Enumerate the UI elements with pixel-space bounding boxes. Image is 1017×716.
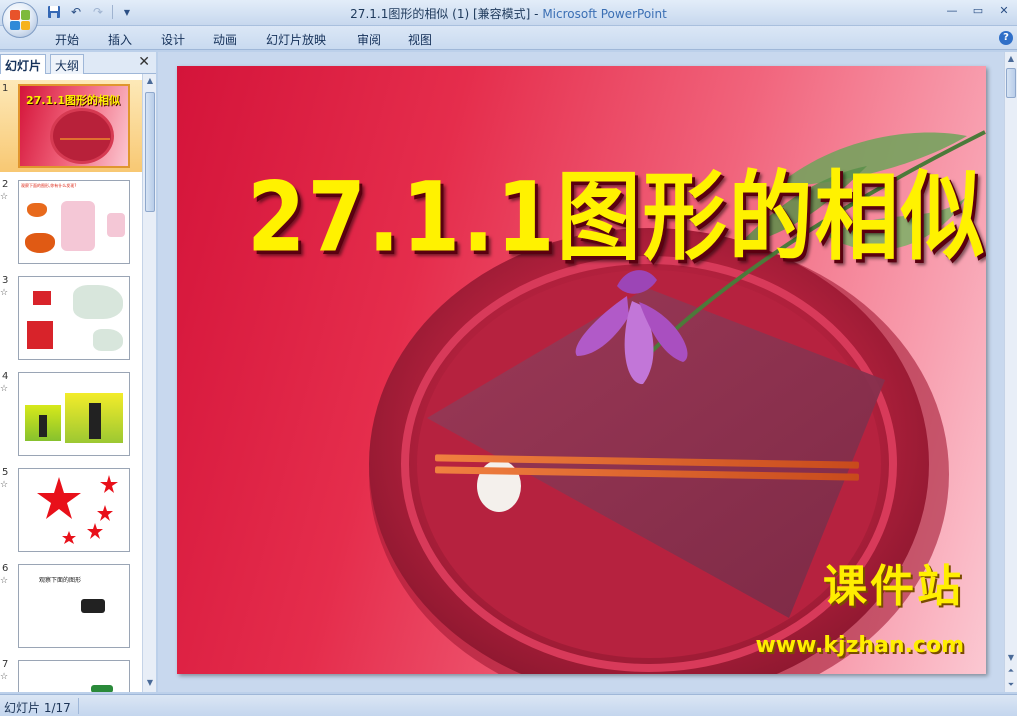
star-shape <box>87 523 103 539</box>
thumbnail-3[interactable] <box>18 276 130 360</box>
status-bar: 幻灯片 1/17 <box>0 694 1017 716</box>
thumbnail-row-6[interactable]: 6 ☆ 观察下面的图形 <box>0 560 142 652</box>
tab-outline[interactable]: 大纲 <box>50 54 85 74</box>
status-divider <box>78 698 79 714</box>
close-icon[interactable]: ✕ <box>997 3 1011 17</box>
person-shape <box>89 403 101 439</box>
thumbnail-title: 观察下面的图形 <box>39 577 82 584</box>
thumbnail-row-7[interactable]: 7 ☆ <box>0 656 142 692</box>
star-shape <box>37 477 81 519</box>
ribbon-tabs: 开始 插入 设计 动画 幻灯片放映 审阅 视图 ? <box>0 26 1017 50</box>
slide-panel: 幻灯片 大纲 ✕ 1 27.1.1图形的相似 2 ☆ 观察下面的图形,你有什么发… <box>0 52 156 692</box>
office-button[interactable] <box>2 2 38 38</box>
butterfly-shape <box>27 203 47 217</box>
maximize-icon[interactable]: ▭ <box>971 3 985 17</box>
person-shape <box>39 415 47 437</box>
tab-home[interactable]: 开始 <box>55 31 79 48</box>
watermark-url: www.kjzhan.com <box>755 633 964 658</box>
thumbnail-row-3[interactable]: 3 ☆ <box>0 272 142 364</box>
scroll-thumb[interactable] <box>145 92 155 212</box>
thumbnail-number: 5 <box>2 467 9 478</box>
slide-counter: 幻灯片 1/17 <box>4 701 71 715</box>
thumbnail-number: 1 <box>2 83 9 94</box>
star-shape <box>62 531 76 544</box>
car-shape <box>81 599 105 613</box>
editor-scrollbar[interactable]: ▲ ▼ ⏶ ⏷ <box>1004 52 1017 692</box>
thumbnail-6[interactable]: 观察下面的图形 <box>18 564 130 648</box>
logo-shape <box>33 291 51 305</box>
animation-star-icon: ☆ <box>0 384 9 394</box>
thumbnail-title: 27.1.1图形的相似 <box>26 94 120 107</box>
tab-slides[interactable]: 幻灯片 <box>0 54 47 74</box>
thumbnail-number: 4 <box>2 371 9 382</box>
cake-shape <box>107 213 125 237</box>
thumbnail-4[interactable] <box>18 372 130 456</box>
chopsticks-shape <box>60 138 110 140</box>
thumbnail-row-4[interactable]: 4 ☆ <box>0 368 142 460</box>
slide-title[interactable]: 27.1.1图形的相似 <box>247 140 986 279</box>
animation-star-icon: ☆ <box>0 192 9 202</box>
tab-review[interactable]: 审阅 <box>357 31 381 48</box>
office-logo-icon <box>10 10 30 30</box>
thumbnail-number: 2 <box>2 179 9 190</box>
logo-shape <box>27 321 53 349</box>
scroll-down-icon[interactable]: ▼ <box>1006 653 1016 662</box>
stars-graphic <box>37 475 118 544</box>
animation-star-icon: ☆ <box>0 672 9 682</box>
thumbnail-7[interactable] <box>18 660 130 692</box>
title-bar: ↶ ↷ ▼ 27.1.1图形的相似 (1) [兼容模式] - Microsoft… <box>0 0 1017 26</box>
tab-slideshow[interactable]: 幻灯片放映 <box>266 31 326 48</box>
tab-design[interactable]: 设计 <box>161 31 185 48</box>
thumbnail-list: 1 27.1.1图形的相似 2 ☆ 观察下面的图形,你有什么发现? 3 ☆ 4 … <box>0 74 142 692</box>
thumbnail-number: 3 <box>2 275 9 286</box>
map-shape <box>93 329 123 351</box>
window-controls: — ▭ ✕ <box>945 3 1011 17</box>
app-name: Microsoft PowerPoint <box>542 7 667 21</box>
car-shape <box>91 685 113 692</box>
panel-scrollbar[interactable]: ▲ ▼ <box>142 74 156 692</box>
plate-shape <box>50 108 114 164</box>
title-separator: - <box>530 7 543 21</box>
thumbnail-row-1[interactable]: 1 27.1.1图形的相似 <box>0 80 142 172</box>
next-slide-icon[interactable]: ⏷ <box>1006 680 1016 690</box>
map-shape <box>73 285 123 319</box>
thumbnail-2[interactable]: 观察下面的图形,你有什么发现? <box>18 180 130 264</box>
thumbnail-number: 7 <box>2 659 9 670</box>
star-shape <box>97 505 113 521</box>
scroll-down-icon[interactable]: ▼ <box>145 678 155 690</box>
scroll-up-icon[interactable]: ▲ <box>145 76 155 88</box>
slide-editor: 27.1.1图形的相似 课件站 www.kjzhan.com <box>158 52 1004 692</box>
watermark-logo: 课件站 <box>823 561 964 612</box>
scroll-thumb[interactable] <box>1006 68 1016 98</box>
thumbnail-row-5[interactable]: 5 ☆ <box>0 464 142 556</box>
slide-canvas[interactable]: 27.1.1图形的相似 课件站 www.kjzhan.com <box>177 66 986 674</box>
thumbnail-5[interactable] <box>18 468 130 552</box>
star-shape <box>100 475 118 493</box>
previous-slide-icon[interactable]: ⏶ <box>1006 666 1016 676</box>
close-icon[interactable]: ✕ <box>138 54 150 70</box>
thumbnail-title: 观察下面的图形,你有什么发现? <box>21 183 77 188</box>
animation-star-icon: ☆ <box>0 288 9 298</box>
butterfly-shape <box>25 233 55 253</box>
thumbnail-number: 6 <box>2 563 9 574</box>
animation-star-icon: ☆ <box>0 576 9 586</box>
tab-insert[interactable]: 插入 <box>108 31 132 48</box>
thumbnail-row-2[interactable]: 2 ☆ 观察下面的图形,你有什么发现? <box>0 176 142 268</box>
document-title: 27.1.1图形的相似 (1) [兼容模式] <box>350 7 531 21</box>
tab-view[interactable]: 视图 <box>408 31 432 48</box>
help-icon[interactable]: ? <box>999 31 1013 45</box>
animation-star-icon: ☆ <box>0 480 9 490</box>
scroll-up-icon[interactable]: ▲ <box>1006 54 1016 63</box>
thumbnail-1[interactable]: 27.1.1图形的相似 <box>18 84 130 168</box>
tab-animations[interactable]: 动画 <box>213 31 237 48</box>
cake-shape <box>61 201 95 251</box>
minimize-icon[interactable]: — <box>945 3 959 17</box>
panel-tabs: 幻灯片 大纲 ✕ <box>0 52 156 74</box>
window-title: 27.1.1图形的相似 (1) [兼容模式] - Microsoft Power… <box>0 5 1017 22</box>
